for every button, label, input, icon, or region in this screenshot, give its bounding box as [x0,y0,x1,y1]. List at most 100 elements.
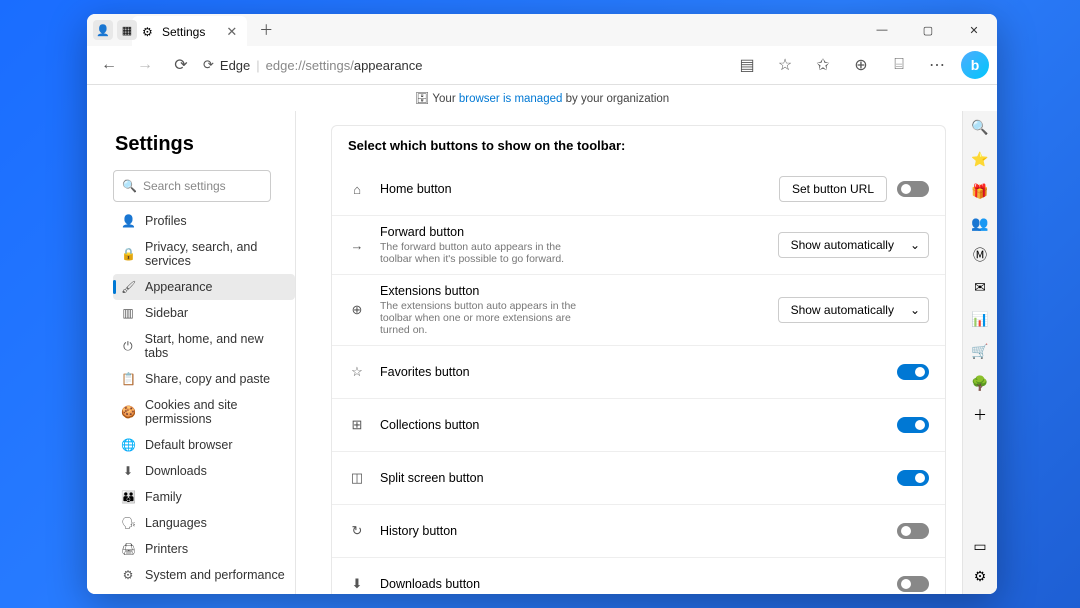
bing-chat-button[interactable]: b [961,51,989,79]
search-settings-input[interactable]: 🔍 Search settings [113,170,271,202]
settings-sidebar: Settings 🔍 Search settings 👤Profiles🔒Pri… [87,111,295,594]
sidebar-app-icon[interactable]: 👥 [970,213,990,233]
sidebar-app-icon[interactable]: 🌳 [970,373,990,393]
nav-icon: 🍪 [121,405,135,419]
refresh-button[interactable]: ⟳ [167,51,195,79]
toolbar-row-favorites-button: ☆ Favorites button [332,345,945,398]
nav-label: System and performance [145,568,285,582]
show-mode-dropdown[interactable]: Show automatically⌄ [778,232,929,258]
nav-item-downloads[interactable]: ⬇Downloads [113,458,295,484]
reading-mode-icon[interactable]: ▤ [733,51,761,79]
nav-icon: 👪 [121,490,135,504]
nav-label: Family [145,490,182,504]
chevron-down-icon: ⌄ [910,303,920,317]
nav-item-default-browser[interactable]: 🌐Default browser [113,432,295,458]
nav-icon: ⬇ [121,464,135,478]
address-bar: ← → ⟳ ⟳ Edge | edge://settings/appearanc… [87,46,997,85]
row-label: Split screen button [380,471,639,485]
row-icon: ⊞ [348,417,366,433]
nav-item-sidebar[interactable]: ▥Sidebar [113,300,295,326]
toggle[interactable] [897,470,929,486]
row-desc: The extensions button auto appears in th… [380,300,579,336]
nav-item-system-and-performance[interactable]: ⚙ System and performance [113,562,295,588]
close-window-button[interactable]: ✕ [951,14,997,46]
nav-item-languages[interactable]: 🗣Languages [113,510,295,536]
sidebar-app-icon[interactable]: 🛒 [970,341,990,361]
set-button-url[interactable]: Set button URL [779,176,887,202]
toggle[interactable] [897,364,929,380]
maximize-button[interactable]: ▢ [905,14,951,46]
nav-label: Cookies and site permissions [145,398,287,426]
sidebar-app-icon[interactable]: 🎁 [970,181,990,201]
tab-settings[interactable]: ⚙ Settings ✕ [132,16,247,48]
toolbar-row-forward-button: → Forward buttonThe forward button auto … [332,215,945,274]
minimize-button[interactable]: ― [859,14,905,46]
nav-item-reset-settings[interactable]: ↺Reset settings [113,588,295,594]
workspaces-icon[interactable]: ▦ [117,20,137,40]
back-button[interactable]: ← [95,51,123,79]
titlebar: ⚙ Settings ✕ ＋ ― ▢ ✕ [87,14,997,46]
nav-icon: 👤 [121,214,135,228]
nav-item-privacy-search-and-services[interactable]: 🔒Privacy, search, and services [113,234,295,274]
close-tab-icon[interactable]: ✕ [226,24,237,40]
row-label: Favorites button [380,365,639,379]
nav-label: Languages [145,516,207,530]
gear-icon: ⚙ [142,25,156,39]
nav-label: Printers [145,542,188,556]
nav-label: Profiles [145,214,187,228]
sidebar-app-icon[interactable]: ✉ [970,277,990,297]
browser-window: 👤 ▦ ⚙ Settings ✕ ＋ ― ▢ ✕ ← → ⟳ ⟳ Edge | … [87,14,997,594]
nav-label: Share, copy and paste [145,372,270,386]
extensions-icon[interactable]: ⌸ [885,51,913,79]
url-prefix: Edge [220,58,250,73]
row-icon: ⬇ [348,576,366,592]
row-label: Extensions button [380,284,579,298]
nav-icon: ⚙ [121,568,135,582]
toggle[interactable] [897,576,929,592]
managed-info-bar: 🗄 Your browser is managed by your organi… [87,85,997,111]
sidebar-app-icon[interactable]: ＋ [970,405,990,425]
toggle[interactable] [897,523,929,539]
nav-item-profiles[interactable]: 👤 Profiles [113,208,295,234]
sidebar-toggle-icon[interactable]: ▭ [970,536,990,556]
favorite-star-icon[interactable]: ☆ [771,51,799,79]
toggle[interactable] [897,417,929,433]
nav-icon: 🖨 [121,542,135,556]
nav-item-appearance[interactable]: 🖌Appearance [113,274,295,300]
row-label: Home button [380,182,579,196]
show-mode-dropdown[interactable]: Show automatically⌄ [778,297,929,323]
sidebar-settings-icon[interactable]: ⚙ [970,566,990,586]
managed-link[interactable]: browser is managed [459,93,563,105]
nav-item-start-home-and-new-tabs[interactable]: ⏻Start, home, and new tabs [113,326,295,366]
nav-item-cookies-and-site-permissions[interactable]: 🍪 Cookies and site permissions [113,392,295,432]
sidebar-app-icon[interactable]: ⭐ [970,149,990,169]
chevron-down-icon: ⌄ [910,238,920,252]
tab-title: Settings [162,25,205,39]
nav-label: Start, home, and new tabs [145,332,287,360]
row-icon: ⌂ [348,182,366,197]
url-path-gray: edge://settings/ [266,58,354,73]
row-desc: The forward button auto appears in the t… [380,241,579,265]
row-icon: → [348,238,366,253]
profile-switcher[interactable]: 👤 ▦ [93,20,137,40]
toolbar-row-history-button: ↻ History button [332,504,945,557]
nav-label: Default browser [145,438,233,452]
profile-avatar[interactable]: 👤 [93,20,113,40]
url-display[interactable]: ⟳ Edge | edge://settings/appearance [203,57,423,73]
new-tab-button[interactable]: ＋ [259,20,273,40]
edge-sidebar: 🔍 ⭐ 🎁 👥 Ⓜ ✉ 📊 🛒 🌳 ＋ ▭ ⚙ [962,111,997,594]
sidebar-app-icon[interactable]: 🔍 [970,117,990,137]
more-menu-icon[interactable]: ⋯ [923,51,951,79]
forward-button[interactable]: → [131,51,159,79]
collections-icon[interactable]: ⊕ [847,51,875,79]
url-path: appearance [354,58,423,73]
toolbar-buttons-card: Select which buttons to show on the tool… [331,125,946,594]
nav-item-printers[interactable]: 🖨 Printers [113,536,295,562]
nav-item-share-copy-and-paste[interactable]: 📋Share, copy and paste [113,366,295,392]
sidebar-app-icon[interactable]: 📊 [970,309,990,329]
nav-label: Appearance [145,280,212,294]
toggle[interactable] [897,181,929,197]
favorites-list-icon[interactable]: ✩ [809,51,837,79]
sidebar-app-icon[interactable]: Ⓜ [970,245,990,265]
nav-item-family[interactable]: 👪 Family [113,484,295,510]
